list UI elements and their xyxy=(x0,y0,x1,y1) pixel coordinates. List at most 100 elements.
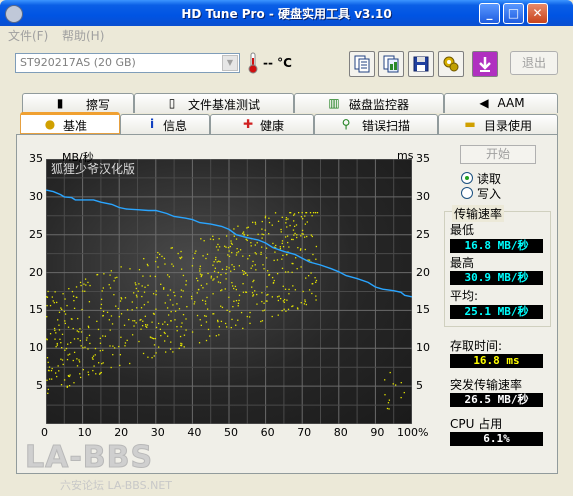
drive-select[interactable]: ST920217AS (20 GB) ▼ xyxy=(15,53,240,73)
access-time-point xyxy=(79,373,81,375)
access-time-point xyxy=(215,335,218,337)
access-time-point xyxy=(268,217,270,219)
save-button[interactable] xyxy=(408,51,434,77)
access-time-point xyxy=(295,257,297,259)
access-time-point xyxy=(180,289,183,291)
access-time-point xyxy=(246,315,248,318)
start-button[interactable]: 开始 xyxy=(460,145,536,164)
access-time-point xyxy=(264,217,267,219)
access-time-point xyxy=(112,345,114,347)
access-time-point xyxy=(200,275,202,278)
access-time-point xyxy=(242,255,244,257)
access-time-point xyxy=(138,283,140,285)
access-time-point xyxy=(135,294,138,296)
access-time-point xyxy=(73,307,76,310)
access-time-point xyxy=(260,320,262,323)
copy-text-button[interactable] xyxy=(349,51,375,77)
access-time-point xyxy=(227,254,229,256)
tab-file-benchmark[interactable]: ▯ 文件基准测试 xyxy=(134,93,294,113)
tab-erase[interactable]: ▮ 擦写 xyxy=(22,93,134,113)
access-time-point xyxy=(287,271,289,273)
tab-health[interactable]: ✚ 健康 xyxy=(210,114,314,134)
access-time-point xyxy=(46,296,49,298)
write-label: 写入 xyxy=(477,187,502,201)
burst-rate-value: 26.5 MB/秒 xyxy=(450,393,543,407)
access-time-point xyxy=(88,326,90,329)
max-label: 最高 xyxy=(450,256,475,270)
read-radio[interactable] xyxy=(461,172,473,184)
access-time-point xyxy=(281,242,283,245)
access-time-point xyxy=(256,293,258,296)
access-time-point xyxy=(153,344,156,346)
access-time-point xyxy=(261,228,263,230)
access-time-point xyxy=(133,320,136,322)
access-time-point xyxy=(58,370,60,372)
tab-folder-usage[interactable]: ▬ 目录使用 xyxy=(438,114,558,134)
access-time-point xyxy=(295,224,298,226)
chevron-down-icon[interactable]: ▼ xyxy=(222,55,238,71)
copy-image-button[interactable] xyxy=(378,51,404,77)
tab-error-scan[interactable]: ⚲ 错误扫描 xyxy=(314,114,438,134)
access-time-point xyxy=(138,269,141,271)
access-time-point xyxy=(288,288,290,291)
access-time-point xyxy=(251,286,253,288)
menu-help[interactable]: 帮助(H) xyxy=(62,27,104,44)
tab-aam[interactable]: ◀ AAM xyxy=(444,93,558,113)
access-time-point xyxy=(294,232,296,235)
access-time-point xyxy=(290,238,293,241)
access-time-point xyxy=(212,279,214,281)
x-tick: 10 xyxy=(77,426,92,439)
transfer-rate-label: 传输速率 xyxy=(452,205,505,222)
access-time-point xyxy=(47,392,49,394)
exit-button[interactable]: 退出 xyxy=(510,51,558,75)
access-time-point xyxy=(388,408,390,410)
tab-disk-monitor[interactable]: ▥ 磁盘监控器 xyxy=(294,93,444,113)
access-time-point xyxy=(206,253,209,255)
access-time-point xyxy=(124,297,127,299)
tab-info[interactable]: i 信息 xyxy=(120,114,210,134)
thermometer-icon xyxy=(248,52,258,74)
menu-file[interactable]: 文件(F) xyxy=(8,27,48,44)
access-time-point xyxy=(176,303,178,305)
access-time-point xyxy=(80,284,82,287)
access-time-point xyxy=(162,323,164,325)
access-time-point xyxy=(230,270,232,272)
access-time-point xyxy=(262,264,264,266)
minimize-button[interactable]: _ xyxy=(479,3,500,24)
access-time-point xyxy=(392,383,394,385)
maximize-button[interactable]: □ xyxy=(503,3,524,24)
access-time-point xyxy=(220,274,222,276)
access-time-point xyxy=(255,253,257,255)
access-time-point xyxy=(200,324,202,327)
access-time-point xyxy=(142,320,144,322)
cpu-usage-value: 6.1% xyxy=(450,432,543,446)
access-time-point xyxy=(309,212,312,214)
access-time-point xyxy=(202,255,204,257)
access-time-point xyxy=(314,277,316,279)
access-time-label: 存取时间: xyxy=(450,339,503,353)
access-time-point xyxy=(102,310,105,313)
tab-benchmark[interactable]: ● 基准 xyxy=(20,112,120,134)
access-time-point xyxy=(72,327,74,330)
access-time-point xyxy=(55,346,57,348)
download-button[interactable] xyxy=(472,51,498,77)
access-time-point xyxy=(100,303,103,306)
access-time-point xyxy=(303,303,306,305)
tab-erase-label: 擦写 xyxy=(85,98,110,112)
access-time-point xyxy=(280,228,282,231)
access-time-point xyxy=(296,236,298,239)
access-time-point xyxy=(56,301,58,304)
access-time-point xyxy=(165,351,167,353)
access-time-point xyxy=(143,304,146,306)
close-button[interactable]: ✕ xyxy=(527,3,548,24)
write-radio[interactable] xyxy=(461,187,473,199)
access-time-point xyxy=(154,275,157,278)
options-button[interactable] xyxy=(438,51,464,77)
access-time-point xyxy=(52,300,54,302)
access-time-point xyxy=(301,233,303,235)
x-tick: 20 xyxy=(114,426,129,439)
access-time-point xyxy=(155,290,157,292)
access-time-point xyxy=(301,229,304,232)
access-time-point xyxy=(109,287,112,289)
access-time-point xyxy=(102,362,104,364)
